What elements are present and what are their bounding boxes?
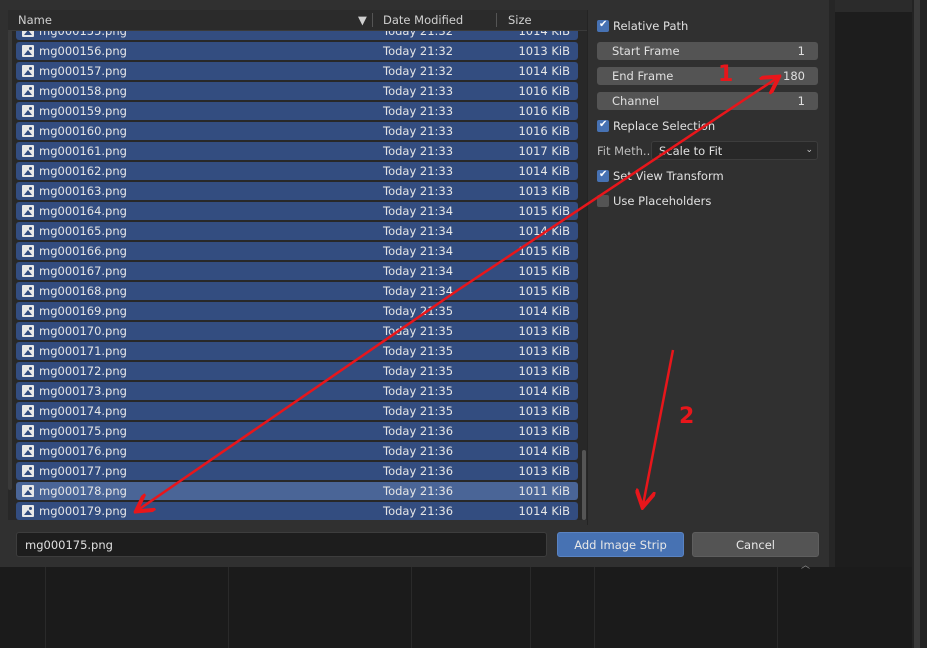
annotation-label-1: 1 bbox=[718, 62, 734, 87]
annotation-arrow-to-end-frame bbox=[457, 78, 777, 292]
annotation-overlay bbox=[0, 0, 927, 648]
annotation-arrow-to-last-file bbox=[138, 288, 459, 510]
annotation-arrow-to-add-button bbox=[643, 349, 675, 505]
annotation-label-2: 2 bbox=[679, 404, 695, 429]
